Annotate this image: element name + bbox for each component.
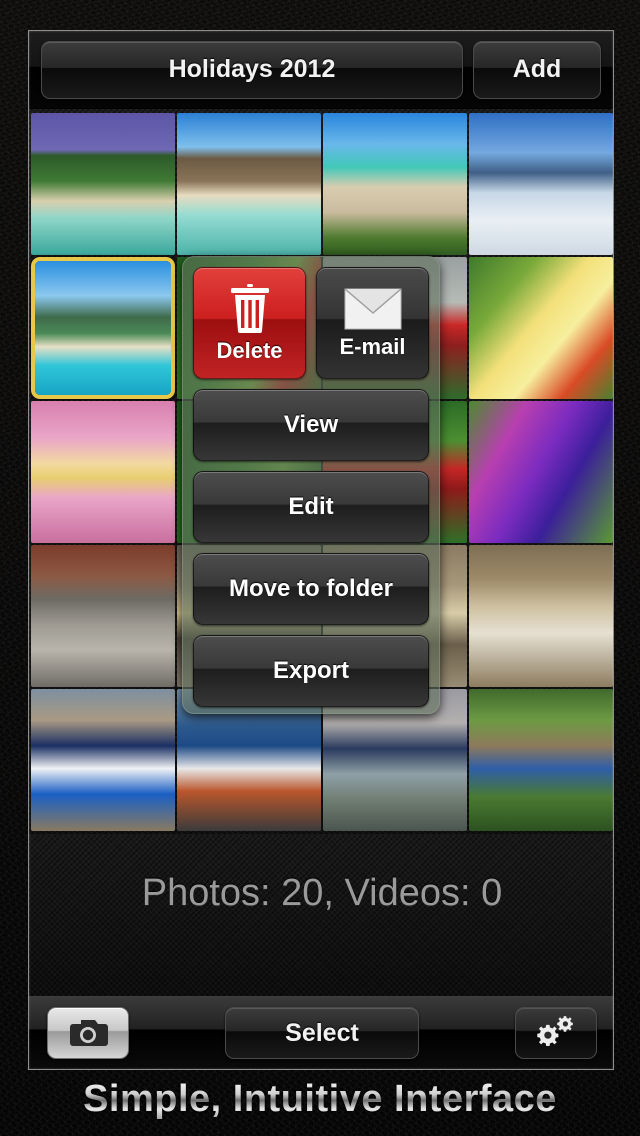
add-button[interactable]: Add (473, 40, 601, 99)
thumbnail-tropical-lagoon-palms[interactable] (31, 113, 175, 255)
popup-action-label: Move to folder (228, 575, 393, 602)
thumbnail-image (469, 545, 613, 687)
thumbnail-image (31, 545, 175, 687)
thumbnail-family-by-curved-tree[interactable] (469, 689, 613, 831)
thumbnail-image (469, 401, 613, 543)
thumbnail-yellow-frangipani-flower[interactable] (469, 257, 613, 399)
photo-count-label: Photos: 20, Videos: 0 (141, 872, 503, 914)
thumbnail-skiers-snow-slope[interactable] (469, 113, 613, 255)
email-button[interactable]: E-mail (316, 267, 429, 379)
gears-icon (537, 1016, 573, 1046)
thumbnail-image (469, 257, 613, 399)
app-screen: Holidays 2012 Add Photos: 20, Videos: 0 … (28, 30, 614, 1070)
popup-action-view[interactable]: View (193, 389, 429, 461)
email-button-label: E-mail (339, 333, 406, 359)
popup-action-move-to-folder[interactable]: Move to folder (193, 553, 429, 625)
thumbnail-island-mountain-aerial[interactable] (31, 257, 175, 399)
add-button-label: Add (512, 55, 562, 83)
camera-icon (70, 1020, 108, 1046)
thumbnail-pink-daisy-macro[interactable] (31, 401, 175, 543)
settings-button[interactable] (515, 1007, 597, 1059)
thumbnail-image (177, 113, 321, 255)
thumbnail-grey-tabby-cat-resting[interactable] (31, 545, 175, 687)
thumbnail-rocky-beach-seychelles[interactable] (177, 113, 321, 255)
thumbnail-image (469, 113, 613, 255)
thumbnail-image (469, 689, 613, 831)
popup-action-label: Edit (288, 493, 334, 520)
album-title-label: Holidays 2012 (168, 55, 336, 83)
thumbnail-image (31, 113, 175, 255)
status-strip: Photos: 20, Videos: 0 (29, 834, 613, 1012)
marketing-caption: Simple, Intuitive Interface (0, 1078, 640, 1121)
thumbnail-image (323, 113, 467, 255)
delete-button[interactable]: Delete (193, 267, 306, 379)
popup-top-row: Delete E-mail (193, 267, 429, 379)
album-title-button[interactable]: Holidays 2012 (41, 40, 463, 99)
select-button[interactable]: Select (225, 1007, 419, 1059)
camera-button[interactable] (47, 1007, 129, 1059)
thumbnail-purple-pansies[interactable] (469, 401, 613, 543)
context-action-popup: Delete E-mail View Edit Move to folder Expo… (182, 256, 440, 714)
thumbnail-brown-tabby-cat-portrait[interactable] (469, 545, 613, 687)
top-bar: Holidays 2012 Add (29, 31, 613, 109)
select-button-label: Select (285, 1018, 359, 1047)
thumbnail-image (31, 689, 175, 831)
envelope-icon (344, 287, 401, 329)
thumbnail-boy-blue-jacket-beach[interactable] (31, 689, 175, 831)
popup-action-export[interactable]: Export (193, 635, 429, 707)
popup-action-label: View (283, 411, 339, 438)
bottom-toolbar: Select (29, 996, 613, 1069)
thumbnail-beach-pier-loungers[interactable] (323, 113, 467, 255)
popup-action-list: View Edit Move to folder Export (193, 389, 429, 707)
popup-action-edit[interactable]: Edit (193, 471, 429, 543)
popup-action-label: Export (272, 657, 349, 684)
trash-icon (230, 283, 269, 333)
delete-button-label: Delete (216, 337, 283, 363)
thumbnail-image (35, 261, 171, 395)
thumbnail-image (31, 401, 175, 543)
